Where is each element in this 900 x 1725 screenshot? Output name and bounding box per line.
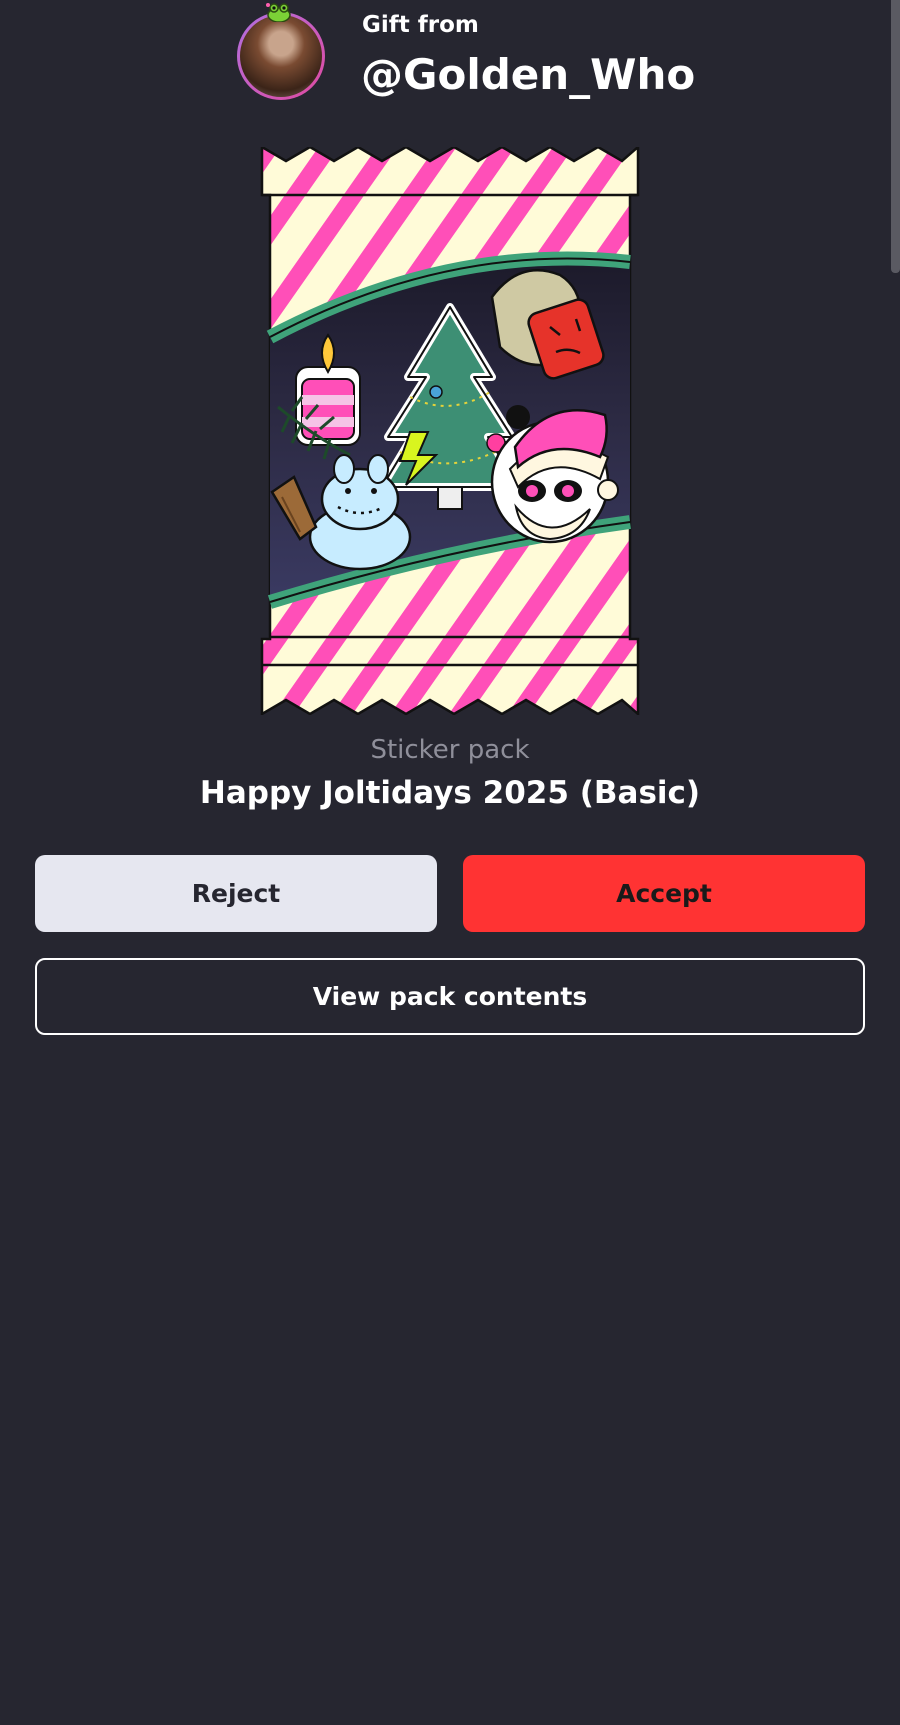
pack-name: Happy Joltidays 2025 (Basic) (199, 775, 701, 811)
sticker-pack-image (260, 147, 640, 715)
gift-sender-header: Gift from @Golden_Who (236, 3, 716, 110)
scrollbar[interactable] (891, 0, 900, 273)
accept-button[interactable]: Accept (463, 855, 865, 932)
avatar[interactable] (237, 12, 325, 100)
avatar-image (240, 15, 322, 97)
view-pack-contents-button[interactable]: View pack contents (35, 958, 865, 1035)
frog-badge-icon (266, 3, 291, 22)
pack-type-label: Sticker pack (370, 735, 530, 765)
sender-username[interactable]: @Golden_Who (361, 50, 695, 99)
gift-from-label: Gift from (362, 12, 479, 38)
reject-button[interactable]: Reject (35, 855, 437, 932)
